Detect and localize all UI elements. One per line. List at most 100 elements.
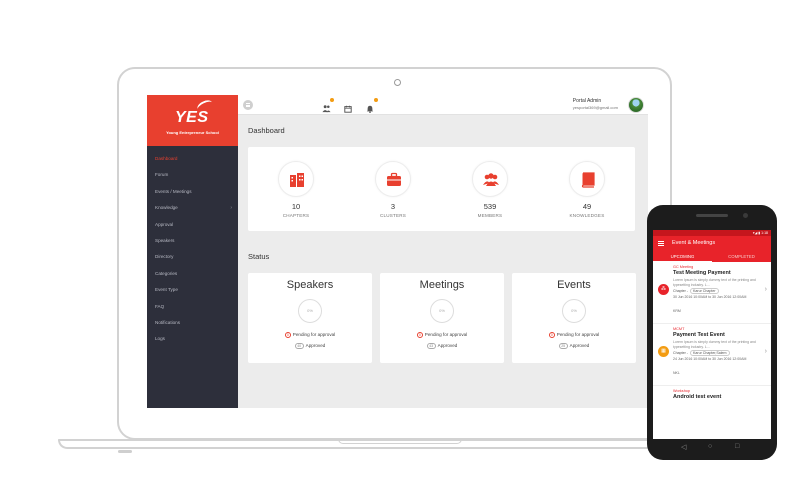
event-chapter: Chapter - Karur Chapter bbox=[673, 288, 719, 294]
approved-count: 40 bbox=[294, 343, 304, 349]
stat-value: 10 bbox=[291, 202, 301, 211]
pending-label: Pending for approval bbox=[292, 332, 336, 338]
pending-label: Pending for approval bbox=[556, 332, 600, 338]
sidebar-item-categories[interactable]: Categories bbox=[147, 266, 238, 282]
calendar-icon: ▦ bbox=[658, 346, 669, 357]
pending-count: 0 bbox=[548, 332, 555, 338]
main-content: Dashboard 10 CHAPTERS 3 CLUSTERS 539 MEM… bbox=[238, 115, 648, 408]
sidebar-item-label: Logs bbox=[155, 336, 165, 342]
avatar[interactable] bbox=[628, 97, 644, 113]
stat-icon-circle bbox=[472, 161, 508, 197]
stat-chapters[interactable]: 10 CHAPTERS bbox=[248, 147, 344, 231]
sidebar-item-approval[interactable]: Approval bbox=[147, 217, 238, 233]
approved-label: Approved bbox=[437, 343, 458, 349]
top-bar: Portal Admin yesportal369@gmail.com bbox=[238, 95, 648, 115]
event-location: NKL bbox=[673, 371, 680, 375]
progress-ring: 0% bbox=[562, 299, 586, 323]
sidebar-item-forum[interactable]: Forum bbox=[147, 167, 238, 183]
stat-value: 3 bbox=[390, 202, 396, 211]
members-icon bbox=[483, 173, 499, 186]
calendar-icon[interactable] bbox=[344, 100, 353, 113]
book-icon bbox=[581, 172, 595, 188]
event-name: Payment Test Event bbox=[673, 332, 725, 338]
user-name: Portal Admin bbox=[572, 98, 602, 104]
pending-label: Pending for approval bbox=[424, 332, 468, 338]
home-icon[interactable]: ○ bbox=[708, 443, 712, 450]
users-icon[interactable] bbox=[322, 98, 334, 113]
stat-value: 539 bbox=[483, 202, 497, 211]
sidebar-item-event-type[interactable]: Event Type bbox=[147, 282, 238, 298]
stat-label: CLUSTERS bbox=[379, 213, 407, 218]
phone-nav-bar: ◁ ○ □ bbox=[653, 441, 771, 455]
sidebar-item-label: Approval bbox=[155, 221, 174, 227]
chevron-right-icon: › bbox=[764, 348, 767, 355]
event-category: Workshop bbox=[673, 389, 691, 393]
sidebar-item-label: FAQ bbox=[155, 303, 165, 309]
laptop-notch bbox=[338, 439, 462, 444]
chevron-right-icon: › bbox=[230, 205, 232, 212]
hamburger-icon[interactable] bbox=[658, 241, 664, 248]
meeting-icon: ⁂ bbox=[658, 284, 669, 295]
back-icon[interactable]: ◁ bbox=[681, 443, 686, 451]
sidebar-item-dashboard[interactable]: Dashboard bbox=[147, 151, 238, 167]
phone-camera bbox=[743, 213, 748, 218]
stat-icon-circle bbox=[278, 161, 314, 197]
approved-row: 43 Approved bbox=[380, 343, 504, 349]
chapter-label: Chapter - bbox=[673, 289, 688, 293]
stat-members[interactable]: 539 MEMBERS bbox=[442, 147, 538, 231]
sidebar-item-label: Dashboard bbox=[155, 156, 178, 161]
tab-upcoming[interactable]: UPCOMING bbox=[653, 254, 712, 262]
stat-label: KNOWLEDGES bbox=[569, 213, 605, 218]
sidebar-item-knowledge[interactable]: Knowledge › bbox=[147, 200, 238, 216]
chapter-pill: Karur Chapter bbox=[689, 288, 719, 294]
sidebar-item-faq[interactable]: FAQ bbox=[147, 299, 238, 315]
event-list-item[interactable]: Workshop Android test event bbox=[653, 386, 771, 416]
laptop-foot bbox=[118, 450, 132, 453]
chapter-pill: Karur Chapter,Salem bbox=[689, 350, 730, 356]
phone-frame: ▾◢ ▮ 1:18 Event & Meetings UPCOMING COMP… bbox=[647, 205, 777, 460]
event-description: Lorem Ipsum is simply dummy text of the … bbox=[673, 340, 756, 349]
sidebar-item-label: Directory bbox=[155, 254, 174, 260]
sidebar-item-directory[interactable]: Directory bbox=[147, 249, 238, 265]
event-list-item[interactable]: ⁂ GC Meeting Test Meeting Payment Lorem … bbox=[653, 262, 771, 324]
sidebar-item-label: Notifications bbox=[155, 319, 181, 325]
status-card-speakers[interactable]: Speakers 0% 0 Pending for approval 40 Appr… bbox=[248, 273, 372, 363]
status-card-title: Meetings bbox=[419, 279, 465, 291]
sidebar-item-events-meetings[interactable]: Events / Meetings bbox=[147, 184, 238, 200]
phone-screen: ▾◢ ▮ 1:18 Event & Meetings UPCOMING COMP… bbox=[653, 230, 771, 439]
sidebar-item-notifications[interactable]: Notifications bbox=[147, 315, 238, 331]
status-card-meetings[interactable]: Meetings 0% 0 Pending for approval 43 Appr… bbox=[380, 273, 504, 363]
status-card-events[interactable]: Events 0% 0 Pending for approval 25 Approv… bbox=[512, 273, 636, 363]
stat-clusters[interactable]: 3 CLUSTERS bbox=[345, 147, 441, 231]
event-category: GC Meeting bbox=[673, 265, 694, 269]
event-dates: 24 Jun 2016 10:00AM to 30 Jun 2016 12:00… bbox=[673, 357, 747, 361]
menu-toggle-icon[interactable] bbox=[243, 100, 253, 110]
user-info[interactable]: Portal Admin yesportal369@gmail.com bbox=[573, 98, 618, 110]
pending-count: 0 bbox=[284, 332, 291, 338]
sidebar-item-logs[interactable]: Logs bbox=[147, 331, 238, 347]
approved-count: 25 bbox=[558, 343, 568, 349]
approved-label: Approved bbox=[569, 343, 590, 349]
tab-completed[interactable]: COMPLETED bbox=[712, 254, 771, 259]
brand-logo[interactable]: YES Young Entrepreneur School bbox=[147, 95, 238, 146]
sidebar-item-label: Forum bbox=[155, 172, 169, 178]
pending-row: 0 Pending for approval bbox=[512, 332, 636, 338]
pending-row: 0 Pending for approval bbox=[248, 332, 372, 338]
event-list-item[interactable]: ▦ MCMT Payment Test Event Lorem Ipsum is… bbox=[653, 324, 771, 386]
recents-icon[interactable]: □ bbox=[735, 443, 739, 450]
sidebar-item-label: Event Type bbox=[155, 287, 178, 293]
chapter-label: Chapter - bbox=[673, 351, 688, 355]
section-title-status: Status bbox=[248, 252, 270, 261]
status-card-title: Events bbox=[557, 279, 591, 291]
sidebar: YES Young Entrepreneur School Dashboard … bbox=[147, 95, 238, 408]
sidebar-item-speakers[interactable]: Speakers bbox=[147, 233, 238, 249]
user-email: yesportal369@gmail.com bbox=[572, 105, 618, 110]
sidebar-menu: Dashboard Forum Events / Meetings Knowle… bbox=[147, 146, 238, 348]
bell-icon[interactable] bbox=[366, 98, 378, 113]
stat-knowledges[interactable]: 49 KNOWLEDGES bbox=[539, 147, 635, 231]
progress-ring: 0% bbox=[298, 299, 322, 323]
stat-icon-circle bbox=[375, 161, 411, 197]
stat-icon-circle bbox=[569, 161, 605, 197]
notification-badge bbox=[374, 98, 378, 102]
logo-tagline: Young Entrepreneur School bbox=[166, 130, 219, 135]
